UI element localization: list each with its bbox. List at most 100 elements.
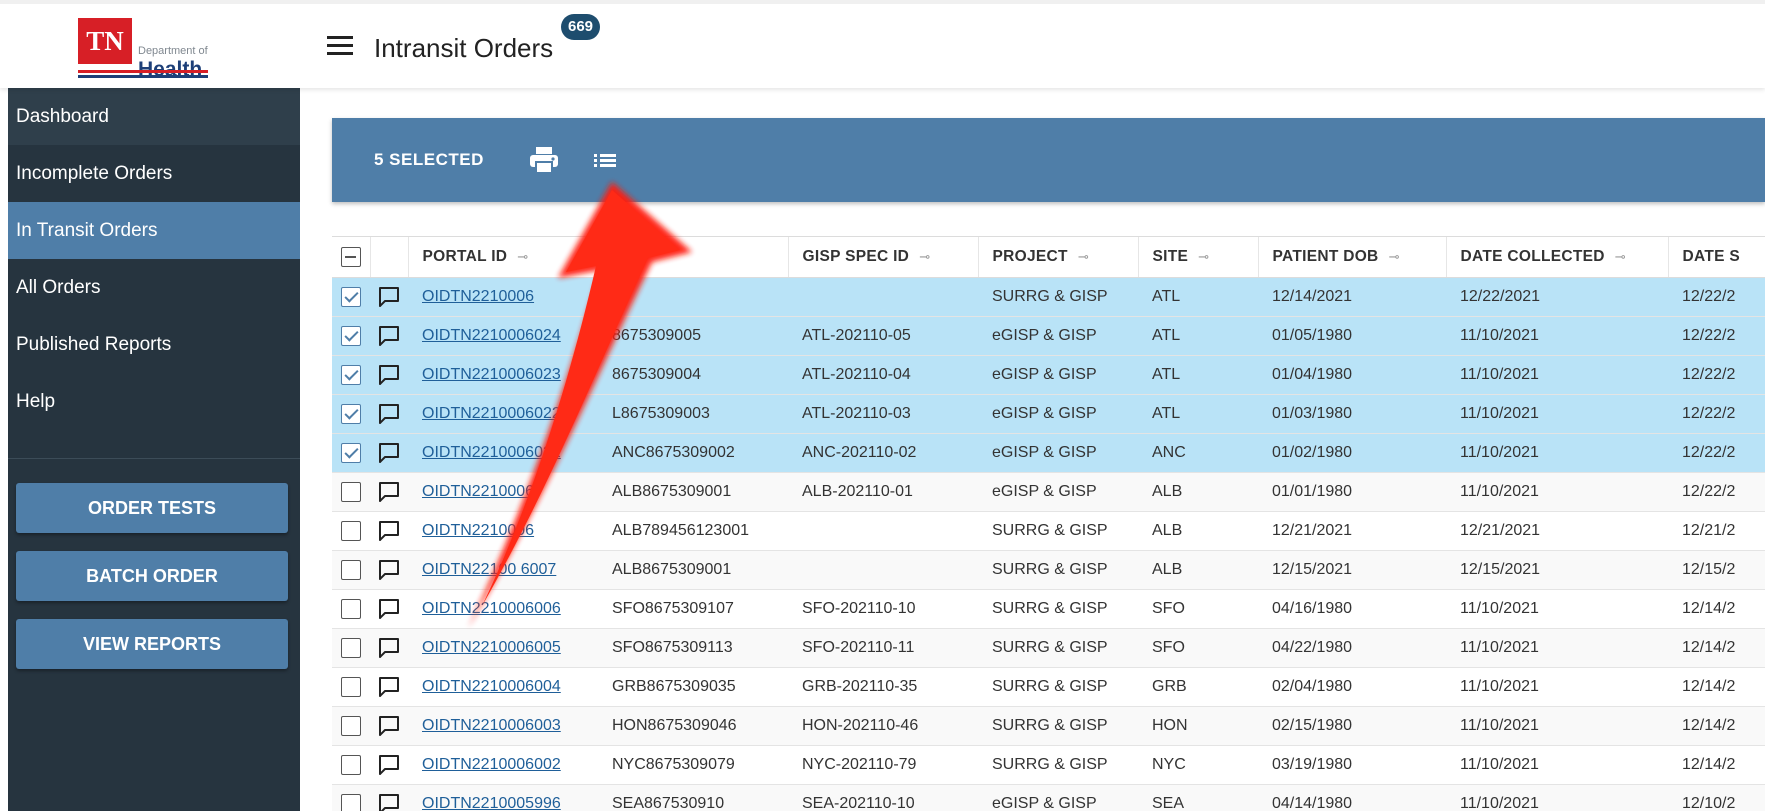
hamburger-menu-icon[interactable] — [327, 36, 355, 60]
column-header-date-collected[interactable]: DATE COLLECTED ⊸ — [1446, 237, 1669, 278]
row-checkbox-cell — [332, 316, 370, 356]
table-row[interactable]: OIDTN2210005996 SEA867530910 SEA-202110-10… — [332, 784, 1765, 811]
row-checkbox[interactable] — [341, 598, 361, 619]
portal-id-link[interactable]: OIDTN2210006 — [422, 522, 534, 539]
column-header-portal-id[interactable]: PORTAL ID ⊸ — [408, 237, 599, 278]
table-row[interactable]: OIDTN2210006 ALB789456123001 SURRG & GISP A… — [332, 511, 1765, 551]
portal-id-link[interactable]: OIDTN2210006024 — [422, 327, 561, 344]
comment-icon[interactable] — [377, 637, 401, 659]
table-row[interactable]: OIDTN2210006006 SFO8675309107 SFO-202110-1… — [332, 589, 1765, 629]
pin-icon[interactable]: ⊸ — [1078, 249, 1089, 265]
sidebar-item-incomplete-orders[interactable]: Incomplete Orders — [8, 145, 300, 202]
row-checkbox[interactable] — [341, 286, 361, 307]
date-s-cell: 12/22/2 — [1668, 394, 1765, 434]
column-header-patient-dob[interactable]: PATIENT DOB ⊸ — [1258, 237, 1447, 278]
table-row[interactable]: OIDTN2210006004 GRB8675309035 GRB-202110-3… — [332, 667, 1765, 707]
portal-id-cell: OIDTN2210006006 — [408, 589, 598, 629]
logo-badge: TN — [78, 18, 132, 64]
portal-id-link[interactable]: OIDTN2210005996 — [422, 795, 561, 811]
portal-id-link[interactable]: OIDTN2210006022 — [422, 405, 561, 422]
table-row[interactable]: OIDTN2210006023 8675309004 ATL-202110-04 eG… — [332, 355, 1765, 395]
pin-icon[interactable]: ⊸ — [1198, 249, 1209, 265]
column-header-site[interactable]: SITE ⊸ — [1138, 237, 1259, 278]
table-row[interactable]: OIDTN2210006022 L8675309003 ATL-202110-03 e… — [332, 394, 1765, 434]
row-checkbox-cell — [332, 706, 370, 746]
portal-id-link[interactable]: OIDTN22100 6007 — [422, 561, 556, 578]
sidebar-item-all-orders[interactable]: All Orders — [8, 259, 300, 316]
pin-icon[interactable]: ⊸ — [639, 249, 650, 265]
column-header-gisp-spec-id[interactable]: GISP SPEC ID ⊸ — [788, 237, 979, 278]
comment-icon[interactable] — [377, 481, 401, 503]
pin-icon[interactable]: ⊸ — [1615, 249, 1626, 265]
pin-icon[interactable]: ⊸ — [517, 249, 528, 265]
table-row[interactable]: OIDTN2210006003 HON8675309046 HON-202110-4… — [332, 706, 1765, 746]
sidebar-item-in-transit-orders[interactable]: In Transit Orders — [8, 202, 300, 259]
sidebar-divider — [8, 458, 300, 459]
table-row[interactable]: OIDTN2210006 ALB8675309001 ALB-202110-01 eG… — [332, 472, 1765, 512]
row-checkbox[interactable] — [341, 442, 361, 463]
column-header-spec-id[interactable]: ID ⊸ — [598, 237, 789, 278]
comment-icon[interactable] — [377, 442, 401, 464]
comment-icon[interactable] — [377, 403, 401, 425]
order-tests-button[interactable]: ORDER TESTS — [16, 483, 288, 533]
column-header-date-s[interactable]: DATE S — [1668, 237, 1765, 278]
portal-id-link[interactable]: OIDTN2210006 — [422, 288, 534, 305]
sidebar-item-published-reports[interactable]: Published Reports — [8, 316, 300, 373]
comment-icon[interactable] — [377, 520, 401, 542]
table-row[interactable]: OIDTN2210006021 ANC8675309002 ANC-202110-0… — [332, 433, 1765, 473]
comment-icon[interactable] — [377, 364, 401, 386]
row-checkbox-cell — [332, 433, 370, 473]
row-checkbox[interactable] — [341, 559, 361, 580]
comment-icon[interactable] — [377, 325, 401, 347]
comment-icon[interactable] — [377, 676, 401, 698]
column-header-project[interactable]: PROJECT ⊸ — [978, 237, 1139, 278]
row-checkbox[interactable] — [341, 637, 361, 658]
pin-icon[interactable]: ⊸ — [919, 249, 930, 265]
selection-toolbar: 5 SELECTED — [332, 118, 1765, 202]
table-row[interactable]: OIDTN2210006005 SFO8675309113 SFO-202110-1… — [332, 628, 1765, 668]
row-checkbox[interactable] — [341, 520, 361, 541]
row-checkbox[interactable] — [341, 715, 361, 736]
comment-cell — [370, 472, 408, 512]
table-row[interactable]: OIDTN2210006024 8675309005 ATL-202110-05 eG… — [332, 316, 1765, 356]
select-all-checkbox[interactable] — [340, 246, 361, 267]
batch-order-button[interactable]: BATCH ORDER — [16, 551, 288, 601]
row-checkbox[interactable] — [341, 754, 361, 775]
portal-id-link[interactable]: OIDTN2210006021 — [422, 444, 561, 461]
list-icon[interactable] — [590, 145, 622, 175]
table-row[interactable]: OIDTN2210006002 NYC8675309079 NYC-202110-7… — [332, 745, 1765, 785]
comment-icon[interactable] — [377, 286, 401, 308]
row-checkbox[interactable] — [341, 325, 361, 346]
portal-id-link[interactable]: OIDTN2210006006 — [422, 600, 561, 617]
comment-icon[interactable] — [377, 559, 401, 581]
view-reports-button[interactable]: VIEW REPORTS — [16, 619, 288, 669]
select-all-header[interactable] — [332, 237, 371, 278]
row-checkbox-cell — [332, 745, 370, 785]
comment-icon[interactable] — [377, 793, 401, 811]
spec-id-cell: L8675309003 — [598, 394, 788, 434]
row-checkbox[interactable] — [341, 364, 361, 385]
portal-id-link[interactable]: OIDTN2210006002 — [422, 756, 561, 773]
comment-icon[interactable] — [377, 598, 401, 620]
sidebar-item-help[interactable]: Help — [8, 373, 300, 430]
spec-id-cell: ALB789456123001 — [598, 511, 788, 551]
table-row[interactable]: OIDTN2210006 23 SURRG & GISP ATL 12/14/2021 1… — [332, 277, 1765, 317]
print-icon[interactable] — [528, 145, 560, 175]
patient-dob-cell: 04/14/1980 — [1258, 784, 1446, 811]
sidebar-item-dashboard[interactable]: Dashboard — [8, 88, 300, 145]
comment-icon[interactable] — [377, 754, 401, 776]
row-checkbox[interactable] — [341, 481, 361, 502]
comment-icon[interactable] — [377, 715, 401, 737]
orders-table: PORTAL ID ⊸ ID ⊸ GISP SPEC ID ⊸ PROJECT ⊸ SI… — [332, 237, 1765, 811]
portal-id-link[interactable]: OIDTN2210006005 — [422, 639, 561, 656]
portal-id-link[interactable]: OIDTN2210006004 — [422, 678, 561, 695]
date-s-cell: 12/15/2 — [1668, 550, 1765, 590]
row-checkbox[interactable] — [341, 793, 361, 811]
table-row[interactable]: OIDTN22100 6007 ALB8675309001 SURRG & GISP… — [332, 550, 1765, 590]
pin-icon[interactable]: ⊸ — [1389, 249, 1400, 265]
portal-id-link[interactable]: OIDTN2210006003 — [422, 717, 561, 734]
row-checkbox[interactable] — [341, 676, 361, 697]
portal-id-link[interactable]: OIDTN2210006 — [422, 483, 534, 500]
row-checkbox[interactable] — [341, 403, 361, 424]
portal-id-link[interactable]: OIDTN2210006023 — [422, 366, 561, 383]
